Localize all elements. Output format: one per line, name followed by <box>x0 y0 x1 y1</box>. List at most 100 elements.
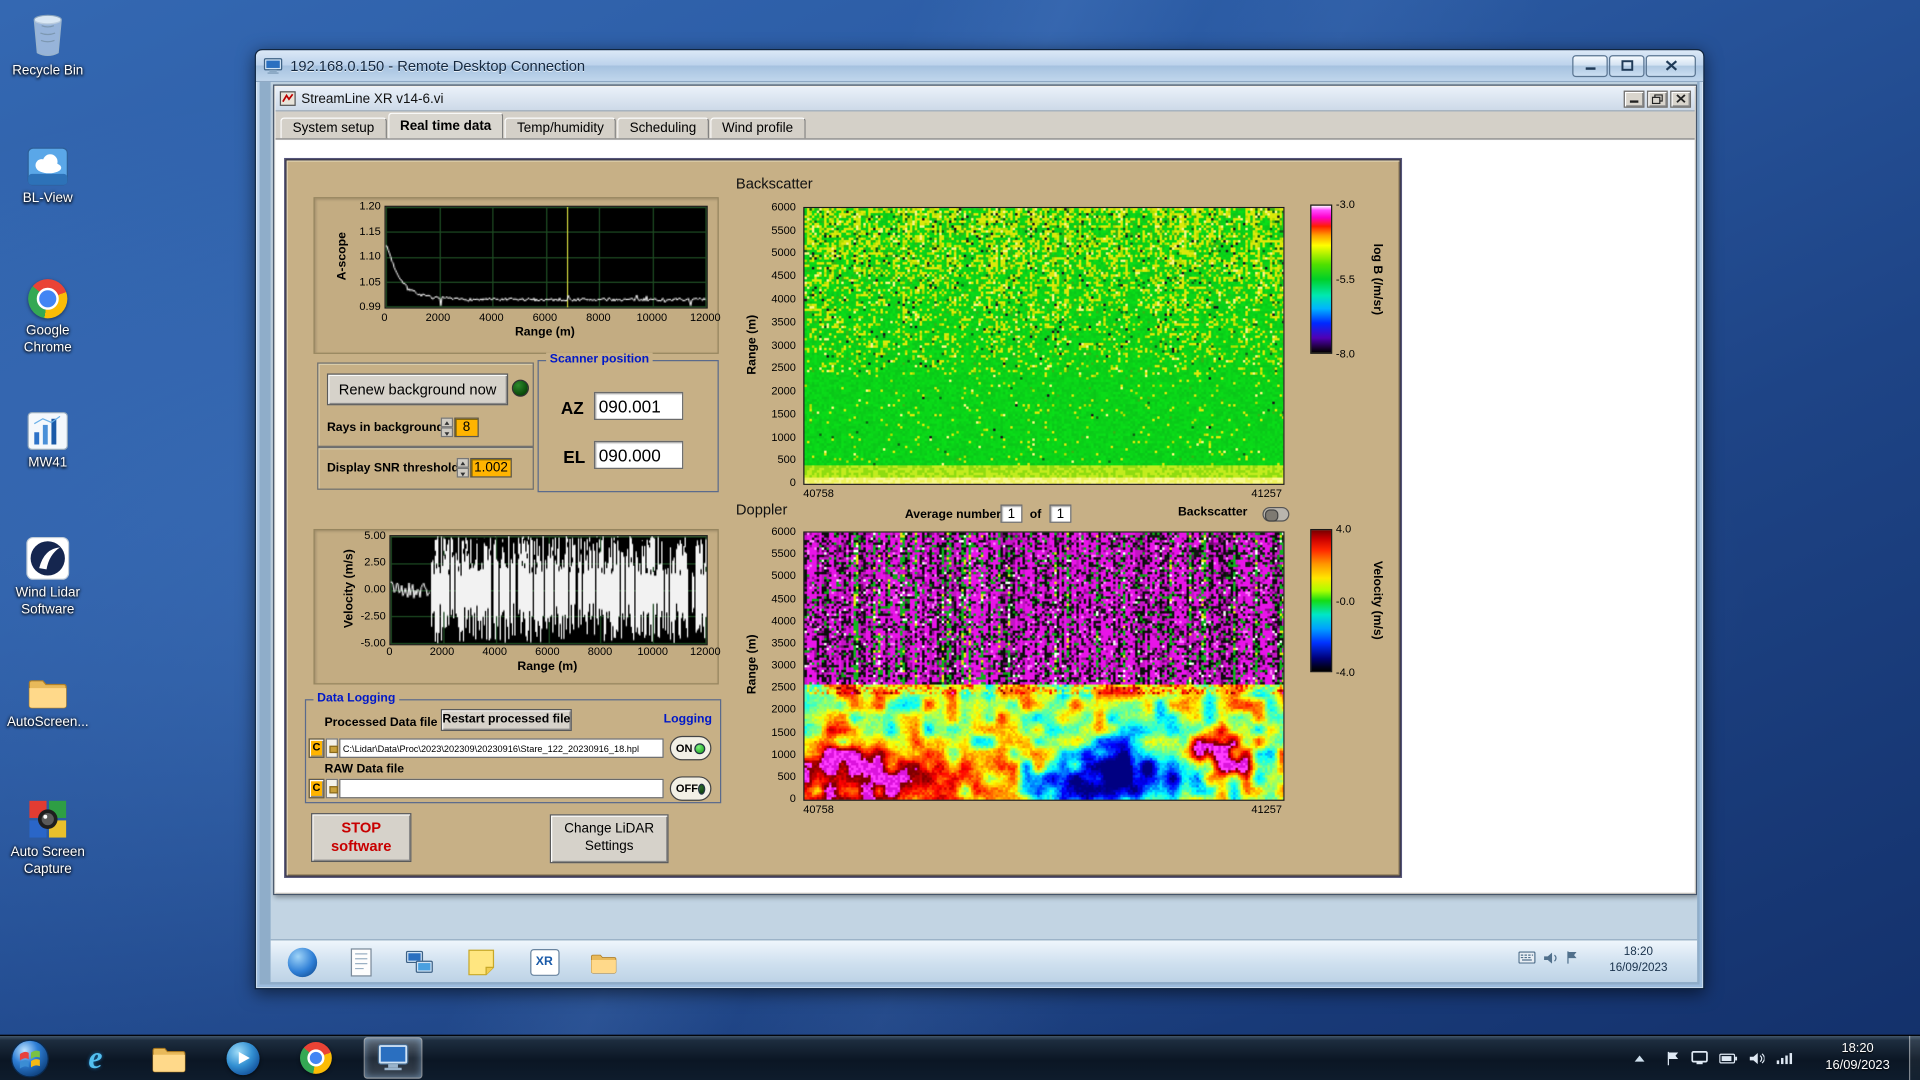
tray-chevron-up-icon[interactable] <box>1634 1054 1645 1062</box>
tick-label: 4500 <box>771 269 796 282</box>
tick-label: 41257 <box>1251 803 1283 816</box>
tray-volume-icon[interactable] <box>1749 1051 1765 1064</box>
renew-background-button[interactable]: Renew background now <box>326 373 509 406</box>
tray-rdp-icon[interactable] <box>1691 1050 1708 1066</box>
desktop-icon-bl-view[interactable]: BL-View <box>2 137 93 208</box>
raw-drive-button[interactable]: C <box>308 778 325 799</box>
desktop-icon-auto-screen-capture[interactable]: Auto Screen Capture <box>2 791 93 879</box>
remote-taskbar-network[interactable] <box>403 945 436 978</box>
tray-flag-icon[interactable] <box>1667 1050 1680 1066</box>
rdp-window: 192.168.0.150 - Remote Desktop Connectio… <box>254 48 1705 990</box>
tick-label: -5.00 <box>360 636 386 649</box>
taskbar-chrome-button[interactable] <box>295 1037 337 1079</box>
snr-spinner[interactable] <box>456 457 469 478</box>
snr-value-field[interactable]: 1.002 <box>470 457 512 478</box>
desktop-icon-mw41[interactable]: MW41 <box>2 402 93 473</box>
tick-label: -5.5 <box>1335 273 1355 286</box>
restart-processed-file-button[interactable]: Restart processed file <box>440 708 572 732</box>
tick-label: 3500 <box>771 636 796 649</box>
raw-data-file-label: RAW Data file <box>324 762 405 777</box>
backscatter-display-toggle[interactable] <box>1262 506 1290 522</box>
average-of-field[interactable]: 1 <box>1049 504 1072 523</box>
tray-battery-icon[interactable] <box>1719 1052 1738 1063</box>
keyboard-icon[interactable] <box>1518 951 1536 964</box>
taskbar-media-player-button[interactable] <box>222 1037 264 1079</box>
rdp-close-button[interactable] <box>1645 54 1696 77</box>
velocity-ylabel: Velocity (m/s) <box>342 549 357 629</box>
tick-label: 4500 <box>771 592 796 605</box>
tray-network-icon[interactable] <box>1776 1051 1793 1064</box>
taskbar-ie-button[interactable]: e <box>75 1037 117 1079</box>
taskbar-rdp-button[interactable] <box>363 1037 423 1079</box>
snr-threshold-label: Display SNR threshold <box>326 461 459 476</box>
tick-label: -2.50 <box>360 609 386 623</box>
volume-icon[interactable] <box>1543 951 1559 964</box>
app-close-button[interactable] <box>1670 90 1692 108</box>
start-button[interactable] <box>10 1038 50 1078</box>
remote-clock[interactable]: 18:20 16/09/2023 <box>1587 945 1690 976</box>
app-minimize-button[interactable] <box>1623 90 1645 108</box>
screen-capture-icon <box>2 791 93 840</box>
tick-label: -8.0 <box>1335 347 1355 360</box>
raw-path-field[interactable] <box>339 778 664 799</box>
taskbar-clock[interactable]: 18:20 16/09/2023 <box>1813 1041 1901 1074</box>
media-player-icon <box>225 1041 259 1075</box>
tick-label: 5000 <box>771 569 796 583</box>
az-value-field[interactable]: 090.001 <box>593 391 684 420</box>
change-lidar-settings-button[interactable]: Change LiDAR Settings <box>549 814 669 864</box>
rdp-maximize-button[interactable] <box>1608 54 1645 77</box>
average-number-field[interactable]: 1 <box>1000 504 1023 523</box>
remote-start-button[interactable] <box>285 945 318 978</box>
rays-value-field[interactable]: 8 <box>454 417 479 438</box>
tick-label: 0 <box>789 476 796 489</box>
tab-real-time-data[interactable]: Real time data <box>387 112 504 139</box>
backscatter-colorbar-label: log B (/m/sr) <box>1370 243 1384 315</box>
processed-logging-toggle[interactable]: ON <box>669 735 712 761</box>
flag-icon[interactable] <box>1566 950 1579 965</box>
backscatter-heatmap[interactable] <box>803 206 1285 485</box>
tick-label: 2500 <box>771 361 796 374</box>
desktop-icon-label: MW41 <box>28 455 68 471</box>
rays-spinner[interactable] <box>440 417 454 438</box>
tick-label: 0 <box>386 645 393 658</box>
raw-browse-icon[interactable] <box>325 778 338 799</box>
desktop-icon-wind-lidar[interactable]: Wind Lidar Software <box>2 531 93 619</box>
explorer-folder-icon <box>152 1047 186 1073</box>
remote-taskbar-sticky[interactable] <box>464 945 497 978</box>
remote-taskbar-notepad[interactable] <box>344 945 377 978</box>
stop-software-button[interactable]: STOP software <box>311 813 412 863</box>
tab-scheduling[interactable]: Scheduling <box>617 117 709 139</box>
velocity-xlabel: Range (m) <box>517 660 578 674</box>
processed-drive-button[interactable]: C <box>308 738 325 758</box>
rdp-titlebar[interactable]: 192.168.0.150 - Remote Desktop Connectio… <box>255 50 1704 83</box>
windows-orb-icon <box>11 1039 49 1077</box>
desktop-icon-label: AutoScreen... <box>6 715 89 730</box>
a-scope-plot[interactable] <box>384 205 708 309</box>
remote-taskbar-folder[interactable] <box>587 945 620 978</box>
tab-system-setup[interactable]: System setup <box>280 117 387 139</box>
app-window: StreamLine XR v14-6.vi System setup Real… <box>273 84 1698 896</box>
logging-label: Logging <box>663 712 712 727</box>
remote-taskbar-xr-app[interactable]: XR <box>528 945 561 978</box>
taskbar-explorer-button[interactable] <box>148 1037 190 1079</box>
el-value-field[interactable]: 090.000 <box>593 440 684 469</box>
processed-path-field[interactable]: C:\Lidar\Data\Proc\2023\202309\20230916\… <box>339 738 664 758</box>
processed-browse-icon[interactable] <box>325 738 338 758</box>
doppler-heatmap[interactable] <box>803 531 1285 801</box>
raw-logging-toggle[interactable]: OFF <box>669 776 712 801</box>
desktop-icon-recycle-bin[interactable]: Recycle Bin <box>2 10 93 81</box>
tick-label: 500 <box>777 453 796 466</box>
tab-temp-humidity[interactable]: Temp/humidity <box>504 117 617 139</box>
velocity-plot[interactable] <box>389 535 708 646</box>
tick-label: 0.00 <box>364 582 386 596</box>
clock-time: 18:20 <box>1841 1041 1874 1056</box>
rdp-minimize-button[interactable] <box>1572 54 1608 77</box>
tick-label: 2000 <box>771 384 796 397</box>
app-restore-button[interactable] <box>1646 90 1668 108</box>
show-desktop-button[interactable] <box>1908 1035 1920 1080</box>
desktop-icon-autoscreen[interactable]: AutoScreen... <box>2 661 93 732</box>
tab-wind-profile[interactable]: Wind profile <box>709 117 806 139</box>
tick-label: 6000 <box>532 311 558 324</box>
desktop-icon-google-chrome[interactable]: Google Chrome <box>2 269 93 357</box>
app-titlebar[interactable]: StreamLine XR v14-6.vi <box>275 86 1695 112</box>
